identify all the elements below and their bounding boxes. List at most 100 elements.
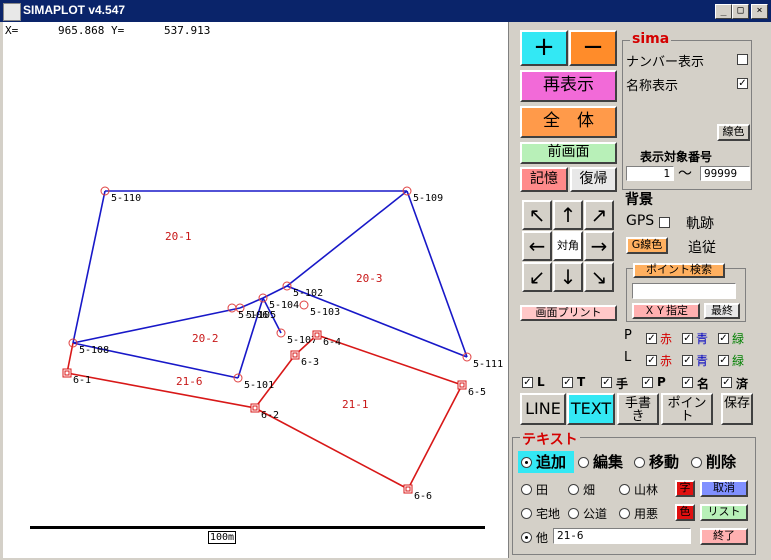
save-button[interactable]: 保存: [721, 393, 753, 425]
point-marker[interactable]: [312, 330, 322, 340]
text-input[interactable]: 21-6: [553, 528, 691, 544]
maximize-button[interactable]: □: [732, 4, 749, 19]
mode-text-tab[interactable]: TEXT: [567, 393, 615, 425]
type-dryfield-radio[interactable]: [568, 484, 579, 495]
pan-north-button[interactable]: ↑: [553, 200, 583, 230]
l-red-label: 赤: [660, 354, 673, 368]
op-move-radio[interactable]: [634, 457, 645, 468]
layer-hand-label: 手: [616, 377, 629, 391]
p-filter-label: P: [624, 328, 632, 343]
type-forest-radio[interactable]: [619, 484, 630, 495]
type-forest-label: 山林: [634, 483, 659, 497]
number-display-checkbox[interactable]: [737, 54, 748, 65]
layer-hand-checkbox[interactable]: ✓: [601, 377, 612, 388]
zoom-out-button[interactable]: −: [569, 30, 617, 66]
p-green-checkbox[interactable]: ✓: [718, 333, 729, 344]
screen-print-button[interactable]: 画面プリント: [520, 305, 617, 321]
memo-button[interactable]: 記憶: [520, 167, 568, 192]
scale-bar: [30, 526, 485, 529]
map-drawing[interactable]: 5-110 5-1095-1025-1045-1055-106 5-1035-107…: [0, 0, 508, 558]
previous-view-button[interactable]: 前画面: [520, 142, 617, 164]
point-label: 5-106: [238, 310, 268, 321]
follow-label: 追従: [688, 240, 716, 256]
char-button[interactable]: 字: [675, 480, 695, 497]
point-label: 5-111: [473, 359, 503, 370]
parcel-label[interactable]: 21-6: [176, 375, 203, 388]
zoom-in-button[interactable]: +: [520, 30, 568, 66]
point-label: 6-1: [73, 375, 91, 386]
point-marker[interactable]: [403, 484, 413, 494]
background-label: 背景: [625, 192, 653, 208]
gps-checkbox[interactable]: [659, 217, 670, 228]
fit-all-button[interactable]: 全 体: [520, 106, 617, 138]
l-filter-label: L: [624, 350, 632, 365]
type-publicroad-radio[interactable]: [568, 508, 579, 519]
type-waterway-radio[interactable]: [619, 508, 630, 519]
type-residential-radio[interactable]: [521, 508, 532, 519]
end-button[interactable]: 終了: [700, 528, 748, 545]
pan-northeast-button[interactable]: ↗: [584, 200, 614, 230]
restore-button[interactable]: 復帰: [570, 167, 617, 192]
layer-t-label: T: [577, 375, 586, 389]
type-other-radio[interactable]: [521, 532, 532, 543]
p-blue-checkbox[interactable]: ✓: [682, 333, 693, 344]
point-search-button[interactable]: ポイント検索: [633, 263, 725, 278]
layer-done-checkbox[interactable]: ✓: [721, 377, 732, 388]
mode-handwrite-tab[interactable]: 手書き: [617, 393, 659, 425]
op-add-radio[interactable]: [521, 457, 532, 468]
color-button[interactable]: 色: [675, 504, 695, 521]
p-red-checkbox[interactable]: ✓: [646, 333, 657, 344]
point-marker[interactable]: [62, 368, 72, 378]
point-marker[interactable]: [290, 350, 300, 360]
p-blue-label: 青: [696, 332, 709, 346]
type-field-radio[interactable]: [521, 484, 532, 495]
parcel-label[interactable]: 20-3: [356, 272, 383, 285]
l-green-checkbox[interactable]: ✓: [718, 355, 729, 366]
pan-west-button[interactable]: ←: [522, 231, 552, 261]
line-color-button[interactable]: 線色: [717, 124, 750, 141]
point-marker[interactable]: [227, 303, 237, 313]
minimize-button[interactable]: _: [715, 4, 732, 19]
gps-line-color-button[interactable]: G線色: [626, 237, 668, 254]
parcel-label[interactable]: 20-1: [165, 230, 192, 243]
op-delete-radio[interactable]: [691, 457, 702, 468]
parcel-label[interactable]: 20-2: [192, 332, 219, 345]
target-from-input[interactable]: 1: [626, 166, 674, 181]
pan-southeast-button[interactable]: ↘: [584, 262, 614, 292]
l-blue-label: 青: [696, 354, 709, 368]
final-button[interactable]: 最終: [704, 303, 740, 319]
target-to-input[interactable]: 99999: [700, 166, 750, 181]
op-edit-radio[interactable]: [578, 457, 589, 468]
xy-specify-button[interactable]: ＸＹ指定: [632, 303, 700, 319]
parcel-label[interactable]: 21-1: [342, 398, 369, 411]
type-field-label: 田: [536, 483, 549, 497]
redraw-button[interactable]: 再表示: [520, 70, 617, 102]
point-label: 6-5: [468, 387, 486, 398]
p-green-label: 緑: [732, 332, 745, 346]
layer-l-checkbox[interactable]: ✓: [522, 377, 533, 388]
l-blue-checkbox[interactable]: ✓: [682, 355, 693, 366]
diagonal-center-button[interactable]: 対角: [553, 231, 583, 261]
layer-name-checkbox[interactable]: ✓: [682, 377, 693, 388]
point-label: 6-6: [414, 491, 432, 502]
p-red-label: 赤: [660, 332, 673, 346]
close-button[interactable]: ×: [751, 4, 768, 19]
layer-p-checkbox[interactable]: ✓: [642, 377, 653, 388]
pan-east-button[interactable]: →: [584, 231, 614, 261]
mode-line-tab[interactable]: LINE: [520, 393, 566, 425]
pan-southwest-button[interactable]: ↙: [522, 262, 552, 292]
point-marker[interactable]: [457, 380, 467, 390]
name-display-checkbox[interactable]: ✓: [737, 78, 748, 89]
op-move-label: 移動: [649, 453, 680, 471]
point-marker[interactable]: [250, 403, 260, 413]
type-dryfield-label: 畑: [583, 483, 596, 497]
l-red-checkbox[interactable]: ✓: [646, 355, 657, 366]
cancel-button[interactable]: 取消: [700, 480, 748, 497]
pan-south-button[interactable]: ↓: [553, 262, 583, 292]
point-marker[interactable]: [299, 300, 309, 310]
layer-t-checkbox[interactable]: ✓: [562, 377, 573, 388]
pan-northwest-button[interactable]: ↖: [522, 200, 552, 230]
point-search-input[interactable]: [632, 283, 736, 299]
mode-point-tab[interactable]: ポイント: [661, 393, 713, 425]
list-button[interactable]: リスト: [700, 504, 748, 521]
